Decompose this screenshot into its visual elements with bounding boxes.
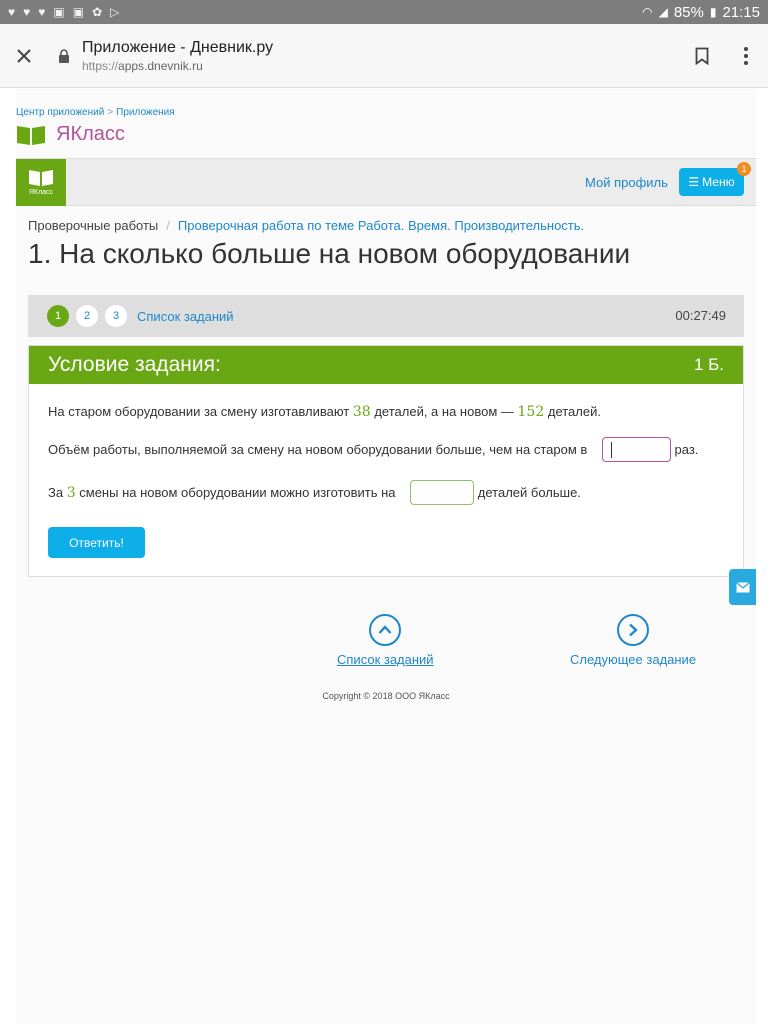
condition-line-2: Объём работы, выполняемой за смену на но… <box>48 437 724 462</box>
notification-icons: ♥ ♥ ♥ ▣ ▣ ✿ ▷ <box>8 5 119 19</box>
timer: 00:27:49 <box>675 308 726 323</box>
breadcrumb-separator: > <box>107 107 114 118</box>
ratio-answer-input[interactable] <box>602 437 671 462</box>
app-name[interactable]: ЯКласс <box>56 123 125 146</box>
chevron-right-icon <box>617 614 650 646</box>
next-task-nav-label[interactable]: Следующее задание <box>570 652 696 667</box>
task-box: Условие задания: 1 Б. На старом оборудов… <box>28 345 744 577</box>
site-header: ЯКласс Мой профиль ☰ Меню 1 <box>16 158 756 206</box>
task-list-nav-label[interactable]: Список заданий <box>337 652 434 667</box>
mail-icon <box>735 581 750 592</box>
close-icon[interactable] <box>0 32 48 80</box>
task-number-2[interactable]: 2 <box>76 305 98 327</box>
task-number-3[interactable]: 3 <box>105 305 127 327</box>
feedback-mail-tab[interactable] <box>729 569 756 605</box>
wifi-icon: ◠ <box>642 5 653 19</box>
signal-icon: ◢ <box>658 5 668 19</box>
more-options-icon[interactable] <box>724 34 768 78</box>
task-title: 1. На сколько больше на новом оборудован… <box>28 238 631 269</box>
chevron-up-icon <box>369 614 402 646</box>
task-number-1[interactable]: 1 <box>47 305 69 327</box>
task-condition-header: Условие задания: 1 Б. <box>29 346 743 384</box>
bookmark-icon[interactable] <box>680 34 724 78</box>
notification-badge: 1 <box>737 162 751 176</box>
breadcrumb-link-apps-center[interactable]: Центр приложений <box>16 107 104 118</box>
hamburger-icon: ☰ <box>688 175 700 189</box>
tests-link[interactable]: Проверочные работы <box>28 218 158 233</box>
condition-label: Условие задания: <box>48 353 221 376</box>
next-task-nav[interactable]: Следующее задание <box>570 614 696 667</box>
points: 1 Б. <box>693 355 724 374</box>
menu-button[interactable]: ☰ Меню <box>679 168 744 196</box>
book-logo-icon <box>17 125 45 145</box>
condition-line-3: За 3 смены на новом оборудовании можно и… <box>48 480 724 505</box>
answer-button[interactable]: Ответить! <box>48 527 145 558</box>
lock-icon <box>54 46 74 66</box>
breadcrumb: Центр приложений > Приложения <box>16 107 175 118</box>
condition-line-1: На старом оборудовании за смену изготавл… <box>48 404 601 420</box>
heart-icon: ♥ <box>23 5 31 19</box>
clock: 21:15 <box>722 3 760 21</box>
task-list-nav[interactable]: Список заданий <box>337 614 434 667</box>
url-block[interactable]: Приложение - Дневник.ру https://apps.dne… <box>82 39 680 73</box>
app-brand: ЯКласс <box>16 123 125 146</box>
task-nav-strip: 1 2 3 Список заданий 00:27:49 <box>28 295 744 337</box>
site-logo-label: ЯКласс <box>28 189 54 196</box>
page-content: Центр приложений > Приложения ЯКласс ЯКлас… <box>16 89 756 1024</box>
copyright: Copyright © 2018 ООО ЯКласс <box>322 691 450 701</box>
status-bar: ♥ ♥ ♥ ▣ ▣ ✿ ▷ ◠ ◢ 85% ▮ 21:15 <box>0 0 768 24</box>
book-logo-icon <box>29 170 53 186</box>
browser-page-title: Приложение - Дневник.ру <box>82 38 274 56</box>
breadcrumb-link-apps[interactable]: Приложения <box>116 107 175 118</box>
menu-label: Меню <box>702 175 735 189</box>
browser-url: https://apps.dnevnik.ru <box>82 58 203 73</box>
video-icon: ▣ <box>72 5 85 19</box>
app-icon: ✿ <box>92 5 103 19</box>
breadcrumb-separator: / <box>166 218 170 233</box>
browser-toolbar: Приложение - Дневник.ру https://apps.dne… <box>0 24 768 88</box>
current-test-link[interactable]: Проверочная работа по теме Работа. Время… <box>178 218 584 233</box>
my-profile-link[interactable]: Мой профиль <box>585 175 668 190</box>
video-icon: ▣ <box>53 5 65 19</box>
details-answer-input[interactable] <box>410 480 474 505</box>
site-logo[interactable]: ЯКласс <box>16 159 66 206</box>
task-body: На старом оборудовании за смену изготавл… <box>29 384 743 505</box>
heart-icon: ♥ <box>8 5 16 19</box>
play-store-icon: ▷ <box>110 5 120 19</box>
battery-level: 85% <box>673 3 704 21</box>
task-list-link[interactable]: Список заданий <box>137 309 234 324</box>
heart-icon: ♥ <box>38 5 46 19</box>
test-breadcrumb: Проверочные работы / Проверочная работа по… <box>28 218 584 233</box>
battery-icon: ▮ <box>709 5 717 19</box>
